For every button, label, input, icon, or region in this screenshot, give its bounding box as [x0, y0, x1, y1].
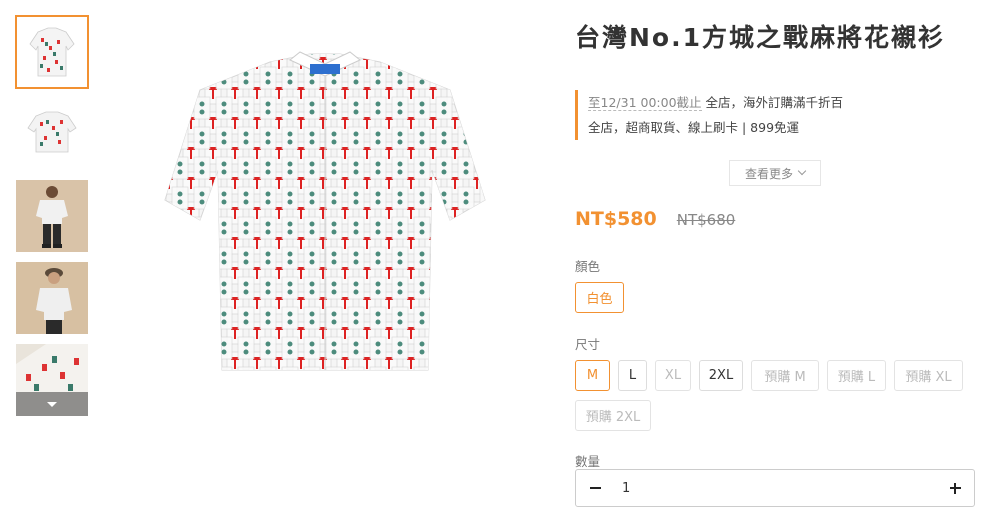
increase-quantity-button[interactable] — [936, 470, 974, 506]
sale-price: NT$580 — [575, 208, 657, 230]
size-option-xl[interactable]: XL — [655, 360, 691, 391]
size-option-m[interactable]: M — [575, 360, 610, 391]
see-more-label: 查看更多 — [744, 166, 793, 181]
size-option-preorder-l[interactable]: 預購 L — [827, 360, 886, 391]
promo-line-1: 至12/31 00:00截止 全店，海外訂購滿千折百 — [588, 90, 875, 115]
quantity-input[interactable]: 1 — [614, 481, 936, 496]
main-product-image — [160, 50, 490, 390]
promo-deadline: 至12/31 00:00截止 — [588, 95, 702, 111]
size-option-2xl[interactable]: 2XL — [699, 360, 743, 391]
thumb-model-side[interactable] — [16, 262, 88, 334]
promo-text-1: 全店，海外訂購滿千折百 — [701, 95, 844, 110]
size-option-preorder-2xl[interactable]: 預購 2XL — [575, 400, 651, 431]
price-row: NT$580 NT$680 — [575, 208, 735, 230]
quantity-label: 數量 — [575, 454, 601, 469]
thumb-model-front[interactable] — [16, 180, 88, 252]
original-price: NT$680 — [676, 211, 736, 229]
size-option-l[interactable]: L — [618, 360, 647, 391]
promo-line-2: 全店，超商取貨、線上刷卡 | 899免運 — [588, 120, 800, 135]
minus-icon — [589, 487, 601, 489]
product-title: 台灣No.1方城之戰麻將花襯衫 — [575, 23, 945, 52]
size-label: 尺寸 — [575, 337, 601, 352]
quantity-stepper: 1 — [575, 469, 975, 507]
chevron-down-icon — [797, 166, 807, 176]
see-more-button[interactable]: 查看更多 — [729, 160, 821, 186]
thumb-shirt-front[interactable] — [15, 15, 89, 89]
decrease-quantity-button[interactable] — [576, 470, 614, 506]
thumb-shirt-back[interactable] — [16, 98, 88, 170]
thumb-shirt-detail[interactable] — [16, 344, 88, 416]
promotion-notice: 至12/31 00:00截止 全店，海外訂購滿千折百 全店，超商取貨、線上刷卡 … — [575, 90, 875, 140]
thumbnail-list — [15, 15, 89, 426]
size-option-preorder-m[interactable]: 預購 M — [751, 360, 819, 391]
size-option-preorder-xl[interactable]: 預購 XL — [894, 360, 963, 391]
color-option-white[interactable]: 白色 — [575, 282, 624, 313]
chevron-down-icon — [47, 401, 57, 407]
thumb-scroll-down[interactable] — [16, 392, 88, 416]
color-label: 顏色 — [575, 259, 601, 274]
